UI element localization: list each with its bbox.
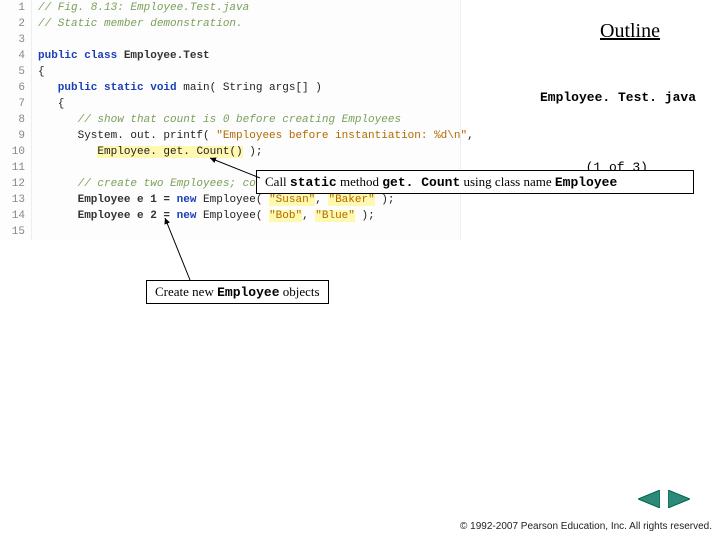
code-text: , (315, 194, 328, 206)
code-text: Employee.Test (124, 50, 210, 62)
outline-heading: Outline (600, 20, 660, 43)
line-number: 9 (0, 128, 32, 144)
callout-text: Create new (155, 284, 217, 299)
line-number: 11 (0, 160, 32, 176)
code-text: Employee( (196, 194, 269, 206)
callout-keyword: Employee (555, 175, 617, 190)
code-text: main( String args[] ) (177, 82, 322, 94)
code-text: new (177, 210, 197, 222)
code-text: public class (38, 50, 124, 62)
line-number: 13 (0, 192, 32, 208)
code-text: new (177, 194, 197, 206)
highlighted-code: "Bob" (269, 210, 302, 222)
line-number: 15 (0, 224, 32, 240)
copyright-text: © 1992-2007 Pearson Education, Inc. All … (460, 521, 712, 532)
line-number: 3 (0, 32, 32, 48)
callout-keyword: static (290, 175, 337, 190)
code-text: , (302, 210, 315, 222)
highlighted-code: "Baker" (328, 194, 374, 206)
line-number: 5 (0, 64, 32, 80)
code-text: ); (355, 210, 375, 222)
callout-create-objects: Create new Employee objects (146, 280, 329, 304)
code-panel: 1 // Fig. 8.13: Employee.Test.java 2 // St… (0, 0, 461, 240)
line-number: 7 (0, 96, 32, 112)
code-text: void (150, 82, 176, 94)
callout-text: objects (280, 284, 320, 299)
code-text: // Fig. 8.13: Employee.Test.java (38, 2, 249, 14)
line-number: 12 (0, 176, 32, 192)
callout-text: method (337, 174, 383, 189)
callout-text: Call (265, 174, 290, 189)
next-slide-button[interactable] (668, 490, 690, 508)
callout-static-method: Call static method get. Count using clas… (256, 170, 694, 194)
highlighted-code: Employee. get. Count() (97, 146, 242, 158)
prev-slide-button[interactable] (638, 490, 660, 508)
line-number: 14 (0, 208, 32, 224)
line-number: 1 (0, 0, 32, 16)
code-text: Employee( (196, 210, 269, 222)
code-text: "Employees before instantiation: %d\n" (216, 130, 467, 142)
code-text: // Static member demonstration. (38, 18, 243, 30)
code-text: Employee e 1 = (38, 194, 177, 206)
code-text: { (38, 66, 45, 78)
code-text: ); (243, 146, 263, 158)
code-text: // show that count is 0 before creating … (38, 114, 401, 126)
file-name-label: Employee. Test. java (540, 90, 696, 105)
code-text: { (38, 98, 64, 110)
callout-keyword: get. Count (382, 175, 460, 190)
code-text: , (467, 130, 480, 142)
code-text: public static (38, 82, 150, 94)
code-text: Employee e 2 = (38, 210, 177, 222)
code-text (38, 146, 97, 158)
highlighted-code: "Blue" (315, 210, 355, 222)
line-number: 8 (0, 112, 32, 128)
line-number: 2 (0, 16, 32, 32)
callout-keyword: Employee (217, 285, 279, 300)
line-number: 4 (0, 48, 32, 64)
line-number: 10 (0, 144, 32, 160)
code-text: System. out. printf( (38, 130, 216, 142)
line-number: 6 (0, 80, 32, 96)
callout-text: using class name (460, 174, 555, 189)
code-text: ); (375, 194, 395, 206)
highlighted-code: "Susan" (269, 194, 315, 206)
